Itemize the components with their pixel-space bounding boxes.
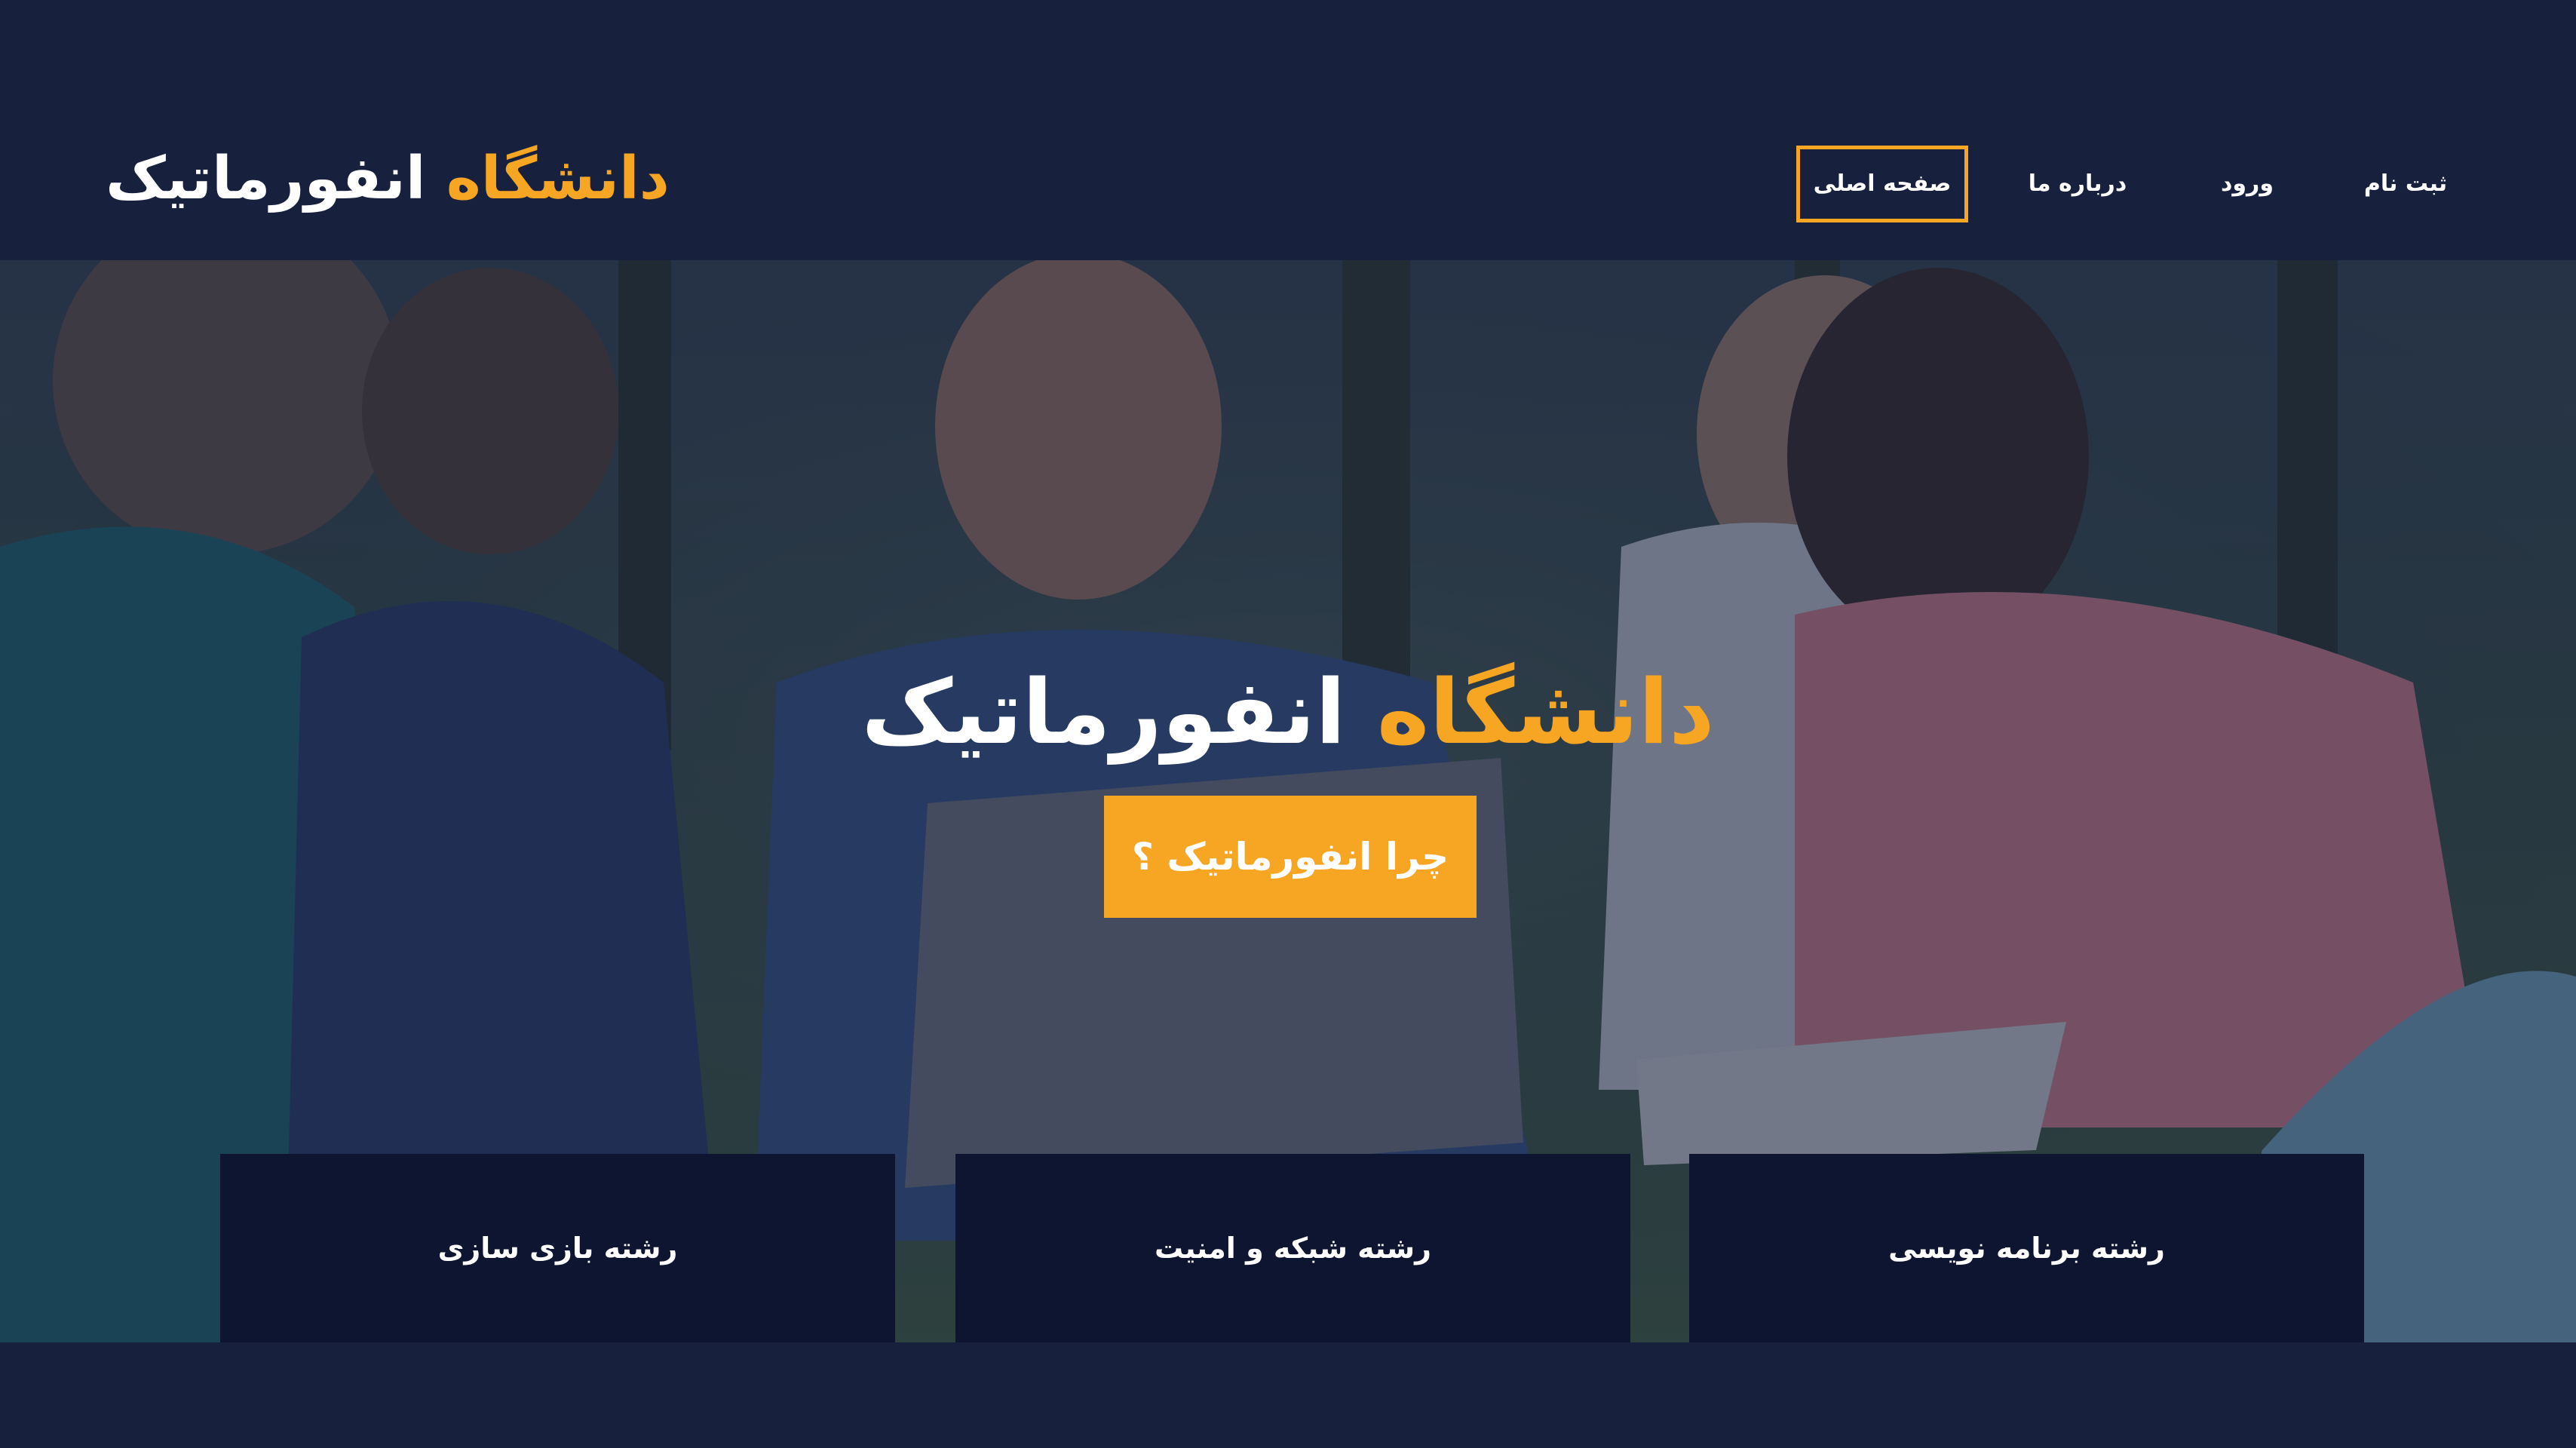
site-header: دانشگاه انفورماتیک ثبت نام ورود درباره م…	[0, 0, 2576, 260]
hero-title: دانشگاه انفورماتیک	[0, 655, 2576, 768]
hero-section: دانشگاه انفورماتیک چرا انفورماتیک ؟ رشته…	[0, 260, 2576, 1342]
nav-item-register[interactable]: ثبت نام	[2333, 148, 2478, 220]
why-informatic-button[interactable]: چرا انفورماتیک ؟	[1104, 796, 1477, 918]
page: دانشگاه انفورماتیک ثبت نام ورود درباره م…	[0, 0, 2576, 1448]
course-card-games[interactable]: رشته بازی سازی	[220, 1154, 895, 1342]
site-logo[interactable]: دانشگاه انفورماتیک	[106, 137, 670, 220]
nav-item-login[interactable]: ورود	[2161, 148, 2333, 220]
logo-light-word: انفورماتیک	[106, 145, 426, 213]
hero-title-accent: دانشگاه	[1376, 660, 1715, 765]
footer-band	[0, 1342, 2576, 1448]
hero-title-light: انفورماتیک	[861, 660, 1346, 765]
nav-item-about[interactable]: درباره ما	[1994, 148, 2161, 220]
logo-accent-word: دانشگاه	[446, 145, 670, 213]
course-card-network-security[interactable]: رشته شبکه و امنیت	[955, 1154, 1630, 1342]
nav-item-home[interactable]: صفحه اصلی	[1796, 146, 1968, 222]
course-card-programming[interactable]: رشته برنامه نویسی	[1689, 1154, 2364, 1342]
main-nav: ثبت نام ورود درباره ما صفحه اصلی	[1796, 146, 2478, 222]
